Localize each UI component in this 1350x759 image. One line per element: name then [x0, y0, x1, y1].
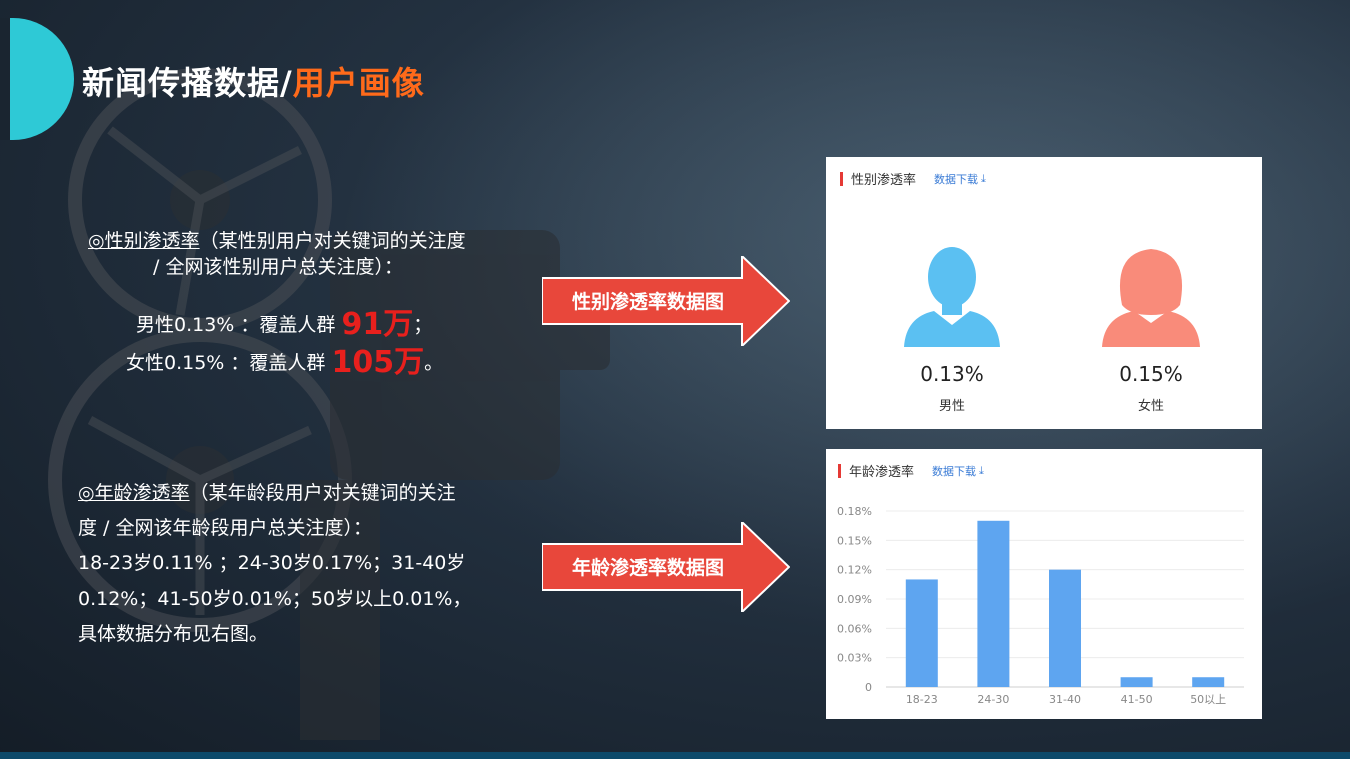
- age-bar-18-23[interactable]: [905, 579, 938, 687]
- age-values-note: 具体数据分布见右图。: [78, 623, 269, 645]
- y-tick-label: 0.03%: [837, 652, 872, 665]
- male-coverage-suffix: ；: [413, 314, 433, 336]
- age-bar-41-50[interactable]: [1120, 677, 1153, 687]
- y-tick-label: 0.18%: [837, 505, 872, 518]
- age-arrow-label: 年龄渗透率数据图: [572, 557, 725, 579]
- x-tick-label: 41-50: [1121, 693, 1153, 706]
- female-coverage-suffix: 。: [424, 352, 444, 374]
- female-coverage-line: 女性0.15% ：覆盖人群 105万。: [126, 348, 443, 378]
- x-tick-label: 50以上: [1190, 693, 1226, 706]
- age-definition-rest: （某年龄段用户对关键词的关注: [189, 482, 456, 504]
- gender-card-header: 性别渗透率 数据下载 ⤓: [840, 169, 986, 188]
- gender-penetration-card: 性别渗透率 数据下载 ⤓ 0.13% 男性 0.15% 女性: [826, 157, 1262, 429]
- age-definition-term: ◎年龄渗透率: [78, 482, 190, 504]
- card-title-marker: [840, 171, 843, 186]
- age-bar-50以上[interactable]: [1192, 677, 1225, 687]
- age-values-line1: 18-23岁0.11% ；24-30岁0.17%；31-40岁: [78, 552, 466, 574]
- page-title-highlight: 用户画像: [292, 64, 425, 102]
- page-title-main: 新闻传播数据/: [82, 64, 293, 102]
- male-coverage-number: 91万: [341, 307, 414, 342]
- y-tick-label: 0.06%: [837, 622, 872, 635]
- female-coverage-number: 105万: [331, 345, 425, 380]
- age-penetration-card: 年龄渗透率 数据下载 ⤓ 0 0.03% 0.06% 0.09% 0.12% 0.15% 0…: [826, 449, 1262, 719]
- x-tick-label: 18-23: [906, 693, 938, 706]
- y-tick-label: 0: [865, 681, 872, 694]
- gender-definition-term: ◎性别渗透率: [88, 230, 200, 252]
- gender-arrow-label: 性别渗透率数据图: [572, 291, 725, 313]
- male-user-icon: [904, 247, 1000, 347]
- x-tick-label: 24-30: [977, 693, 1009, 706]
- age-values-line2: 0.12%；41-50岁0.01%；50岁以上0.01%，: [78, 588, 472, 610]
- gender-definition-line2: / 全网该性别用户总关注度）：: [153, 256, 403, 278]
- x-tick-label: 31-40: [1049, 693, 1081, 706]
- title-accent-bar: [0, 18, 10, 140]
- gender-definition-rest: （某性别用户对关键词的关注度: [199, 230, 466, 252]
- male-percentage: 0.13%: [920, 362, 984, 386]
- female-user-icon: [1102, 249, 1200, 347]
- male-coverage-line: 男性0.13% ：覆盖人群 91万；: [136, 310, 432, 340]
- page-title: 新闻传播数据/用户画像: [82, 58, 425, 104]
- age-bar-chart: 0 0.03% 0.06% 0.09% 0.12% 0.15% 0.18% 18-23 24-3…: [837, 505, 1244, 706]
- female-label: 女性: [1137, 399, 1164, 414]
- gender-download-link[interactable]: 数据下载: [934, 171, 978, 187]
- age-bar-24-30[interactable]: [977, 520, 1010, 687]
- age-definition-line2: 度 / 全网该年龄段用户总关注度）：: [78, 517, 372, 539]
- y-tick-label: 0.12%: [837, 564, 872, 577]
- female-percentage: 0.15%: [1119, 362, 1183, 386]
- age-definition: ◎年龄渗透率（某年龄段用户对关键词的关注: [78, 478, 456, 508]
- y-tick-label: 0.09%: [837, 593, 872, 606]
- y-tick-label: 0.15%: [837, 534, 872, 547]
- female-coverage-prefix: 女性0.15% ：覆盖人群: [126, 352, 326, 374]
- male-label: 男性: [938, 399, 965, 414]
- gender-card-title: 性别渗透率: [851, 173, 917, 188]
- age-bar-31-40[interactable]: [1049, 569, 1081, 687]
- download-icon[interactable]: ⤓: [981, 172, 986, 186]
- male-coverage-prefix: 男性0.13% ：覆盖人群: [136, 314, 336, 336]
